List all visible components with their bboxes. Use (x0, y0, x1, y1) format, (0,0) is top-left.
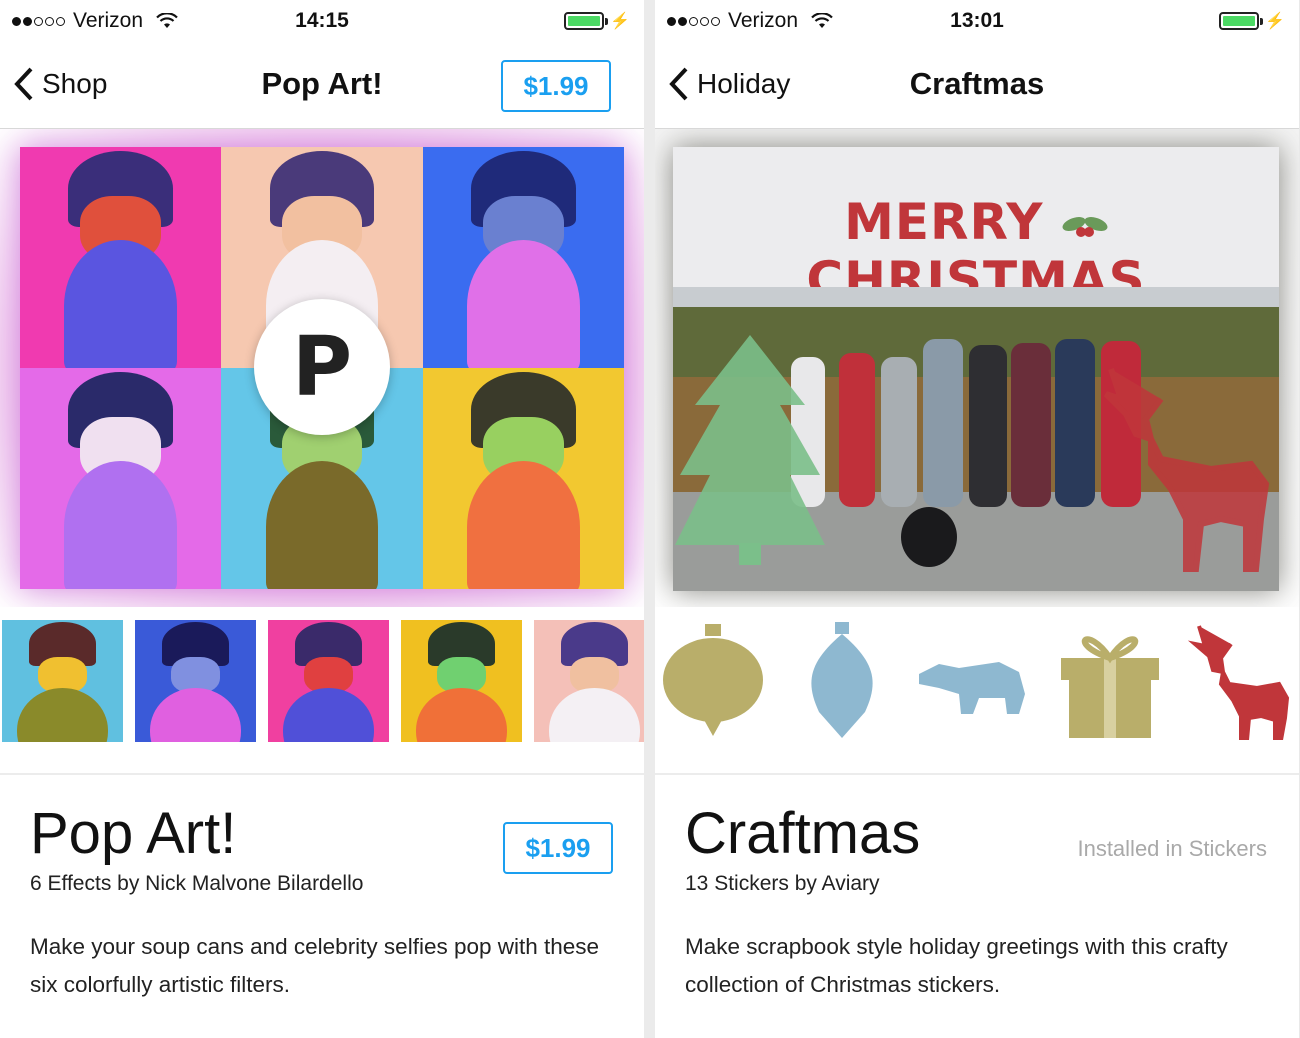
preview-hero: P (0, 129, 644, 607)
christmas-tree-sticker (675, 335, 825, 565)
navigation-bar: Shop Pop Art! $1.99 (0, 44, 644, 129)
ornament-drop-sticker[interactable] (805, 622, 879, 738)
sticker-strip (655, 620, 1299, 744)
ornament-round-sticker[interactable] (661, 624, 765, 736)
craftmas-screen: Verizon 13:01 ⚡ Holiday Craftmas MERRY C… (655, 0, 1299, 1038)
pop-art-logo-icon: P (254, 299, 390, 435)
nav-title: Craftmas (909, 66, 1045, 101)
battery-icon: ⚡ (1219, 11, 1285, 31)
product-description: Make your soup cans and celebrity selfie… (30, 934, 600, 997)
preview-hero: MERRY CHRISTMAS (655, 129, 1299, 607)
screen-divider (644, 0, 655, 1038)
christmas-card-preview: MERRY CHRISTMAS (673, 147, 1279, 591)
preview-tile (20, 368, 222, 589)
status-bar: Verizon 13:01 ⚡ (655, 0, 1299, 44)
battery-icon: ⚡ (564, 11, 630, 31)
reindeer-sticker (1103, 368, 1270, 572)
buy-button[interactable]: $1.99 (501, 60, 611, 112)
filter-thumbnail[interactable] (268, 620, 389, 742)
polar-bear-sticker[interactable] (919, 654, 1027, 718)
preview-tile (20, 147, 222, 368)
reindeer-small-sticker[interactable] (1187, 622, 1291, 740)
filter-thumbnail[interactable] (401, 620, 522, 742)
product-description: Make scrapbook style holiday greetings w… (685, 934, 1228, 997)
status-bar: Verizon 14:15 ⚡ (0, 0, 644, 44)
product-subtitle: 6 Effects by Nick Malvone Bilardello (30, 872, 364, 895)
product-title: Pop Art! (30, 801, 237, 866)
preview-tile (422, 147, 624, 368)
navigation-bar: Holiday Craftmas (655, 44, 1299, 129)
filter-thumbnails (2, 620, 644, 742)
gift-box-sticker[interactable] (1057, 624, 1163, 738)
filter-thumbnail[interactable] (2, 620, 123, 742)
product-title: Craftmas (685, 801, 921, 866)
filter-thumbnail[interactable] (534, 620, 644, 742)
filter-thumbnail[interactable] (135, 620, 256, 742)
buy-button-secondary[interactable]: $1.99 (503, 822, 613, 874)
pop-art-screen: Verizon 14:15 ⚡ Shop Pop Art! $1.99 P Po… (0, 0, 644, 1038)
product-subtitle: 13 Stickers by Aviary (685, 872, 880, 895)
status-time: 14:15 (295, 9, 349, 32)
installed-status: Installed in Stickers (1077, 836, 1267, 861)
preview-tile (422, 368, 624, 589)
holly-icon (1062, 216, 1108, 237)
status-time: 13:01 (950, 9, 1004, 32)
